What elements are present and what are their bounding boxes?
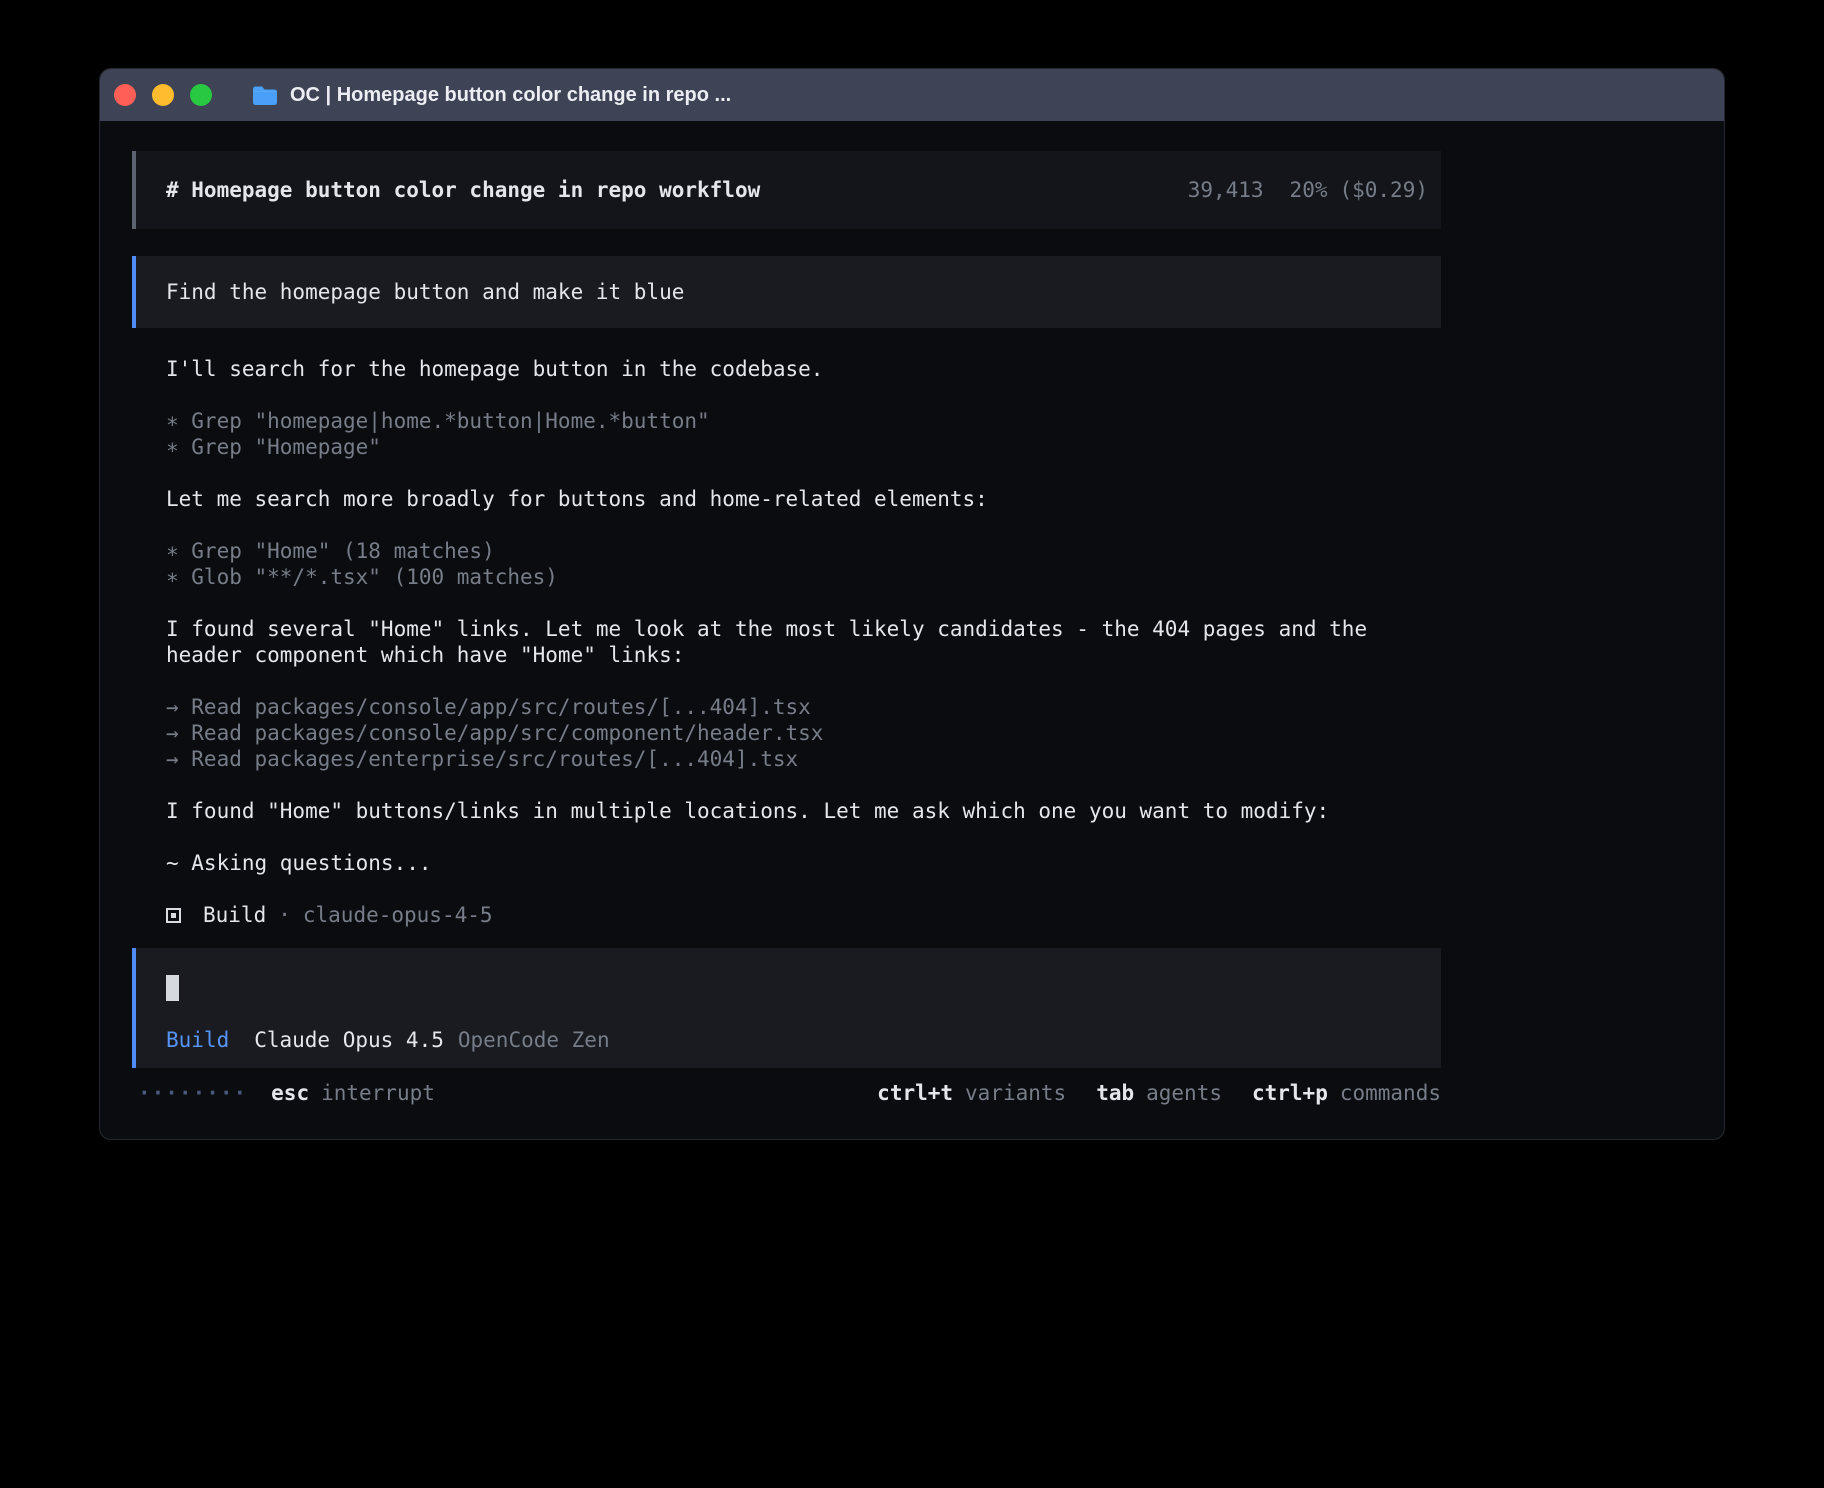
shortcut-commands: ctrl+p commands: [1252, 1080, 1441, 1106]
context-percent: 20%: [1290, 178, 1328, 202]
session-title: # Homepage button color change in repo w…: [166, 178, 760, 202]
window-titlebar[interactable]: OC | Homepage button color change in rep…: [100, 69, 1724, 121]
provider-label: OpenCode Zen: [458, 1027, 610, 1053]
terminal-content: # Homepage button color change in repo w…: [132, 151, 1441, 1106]
terminal-window: OC | Homepage button color change in rep…: [99, 68, 1725, 1140]
close-button[interactable]: [114, 84, 136, 106]
shortcut-label: variants: [965, 1080, 1066, 1106]
text-cursor: [166, 975, 179, 1001]
session-stats: 39,413 20% ($0.29): [1188, 178, 1428, 202]
input-footer: Build Claude Opus 4.5 OpenCode Zen: [166, 1027, 1411, 1053]
prompt-input[interactable]: Build Claude Opus 4.5 OpenCode Zen: [132, 948, 1441, 1068]
status-bar: ········ esc interrupt ctrl+t variants t…: [132, 1080, 1441, 1106]
agent-indicator: Build · claude-opus-4-5: [166, 902, 1406, 928]
tool-call-glob: ∗ Glob "**/*.tsx" (100 matches): [166, 564, 1406, 590]
tool-call-group: → Read packages/console/app/src/routes/[…: [166, 694, 1406, 772]
session-cost: ($0.29): [1339, 178, 1428, 202]
tool-call-read: → Read packages/enterprise/src/routes/[.…: [166, 746, 1406, 772]
minimize-button[interactable]: [152, 84, 174, 106]
esc-shortcut-label: interrupt: [321, 1080, 435, 1106]
activity-status: ~ Asking questions...: [166, 850, 1406, 876]
agent-model: claude-opus-4-5: [303, 902, 493, 928]
agent-separator: ·: [278, 902, 291, 928]
agent-name: Build: [203, 902, 266, 928]
tool-call-grep: ∗ Grep "homepage|home.*button|Home.*butt…: [166, 408, 1406, 434]
status-bar-right: ctrl+t variants tab agents ctrl+p comman…: [847, 1080, 1441, 1106]
shortcut-key: tab: [1096, 1080, 1134, 1106]
tool-call-group: ∗ Grep "Home" (18 matches) ∗ Glob "**/*.…: [166, 538, 1406, 590]
assistant-text: I found several "Home" links. Let me loo…: [166, 616, 1406, 668]
agent-mode-label[interactable]: Build: [166, 1027, 229, 1053]
shortcut-key: ctrl+t: [877, 1080, 953, 1106]
assistant-text: I'll search for the homepage button in t…: [166, 356, 1406, 382]
user-message-text: Find the homepage button and make it blu…: [166, 280, 684, 304]
tool-call-group: ∗ Grep "homepage|home.*button|Home.*butt…: [166, 408, 1406, 460]
session-header: # Homepage button color change in repo w…: [132, 151, 1441, 229]
assistant-text: I found "Home" buttons/links in multiple…: [166, 798, 1406, 824]
zoom-button[interactable]: [190, 84, 212, 106]
shortcut-agents: tab agents: [1096, 1080, 1222, 1106]
shortcut-label: agents: [1146, 1080, 1222, 1106]
tool-call-grep: ∗ Grep "Homepage": [166, 434, 1406, 460]
tool-call-grep: ∗ Grep "Home" (18 matches): [166, 538, 1406, 564]
window-title: OC | Homepage button color change in rep…: [290, 84, 731, 107]
user-message: Find the homepage button and make it blu…: [132, 256, 1441, 328]
spinner-dots: ········: [138, 1080, 247, 1106]
esc-shortcut-key: esc: [271, 1080, 309, 1106]
model-label[interactable]: Claude Opus 4.5: [254, 1027, 444, 1053]
folder-icon: [252, 85, 278, 105]
assistant-text: Let me search more broadly for buttons a…: [166, 486, 1406, 512]
status-bar-left: ········ esc interrupt: [138, 1080, 435, 1106]
shortcut-label: commands: [1340, 1080, 1441, 1106]
transcript: I'll search for the homepage button in t…: [132, 356, 1441, 928]
token-count: 39,413: [1188, 178, 1264, 202]
tool-call-read: → Read packages/console/app/src/componen…: [166, 720, 1406, 746]
agent-square-icon: [166, 908, 181, 923]
shortcut-key: ctrl+p: [1252, 1080, 1328, 1106]
shortcut-variants: ctrl+t variants: [877, 1080, 1066, 1106]
tool-call-read: → Read packages/console/app/src/routes/[…: [166, 694, 1406, 720]
